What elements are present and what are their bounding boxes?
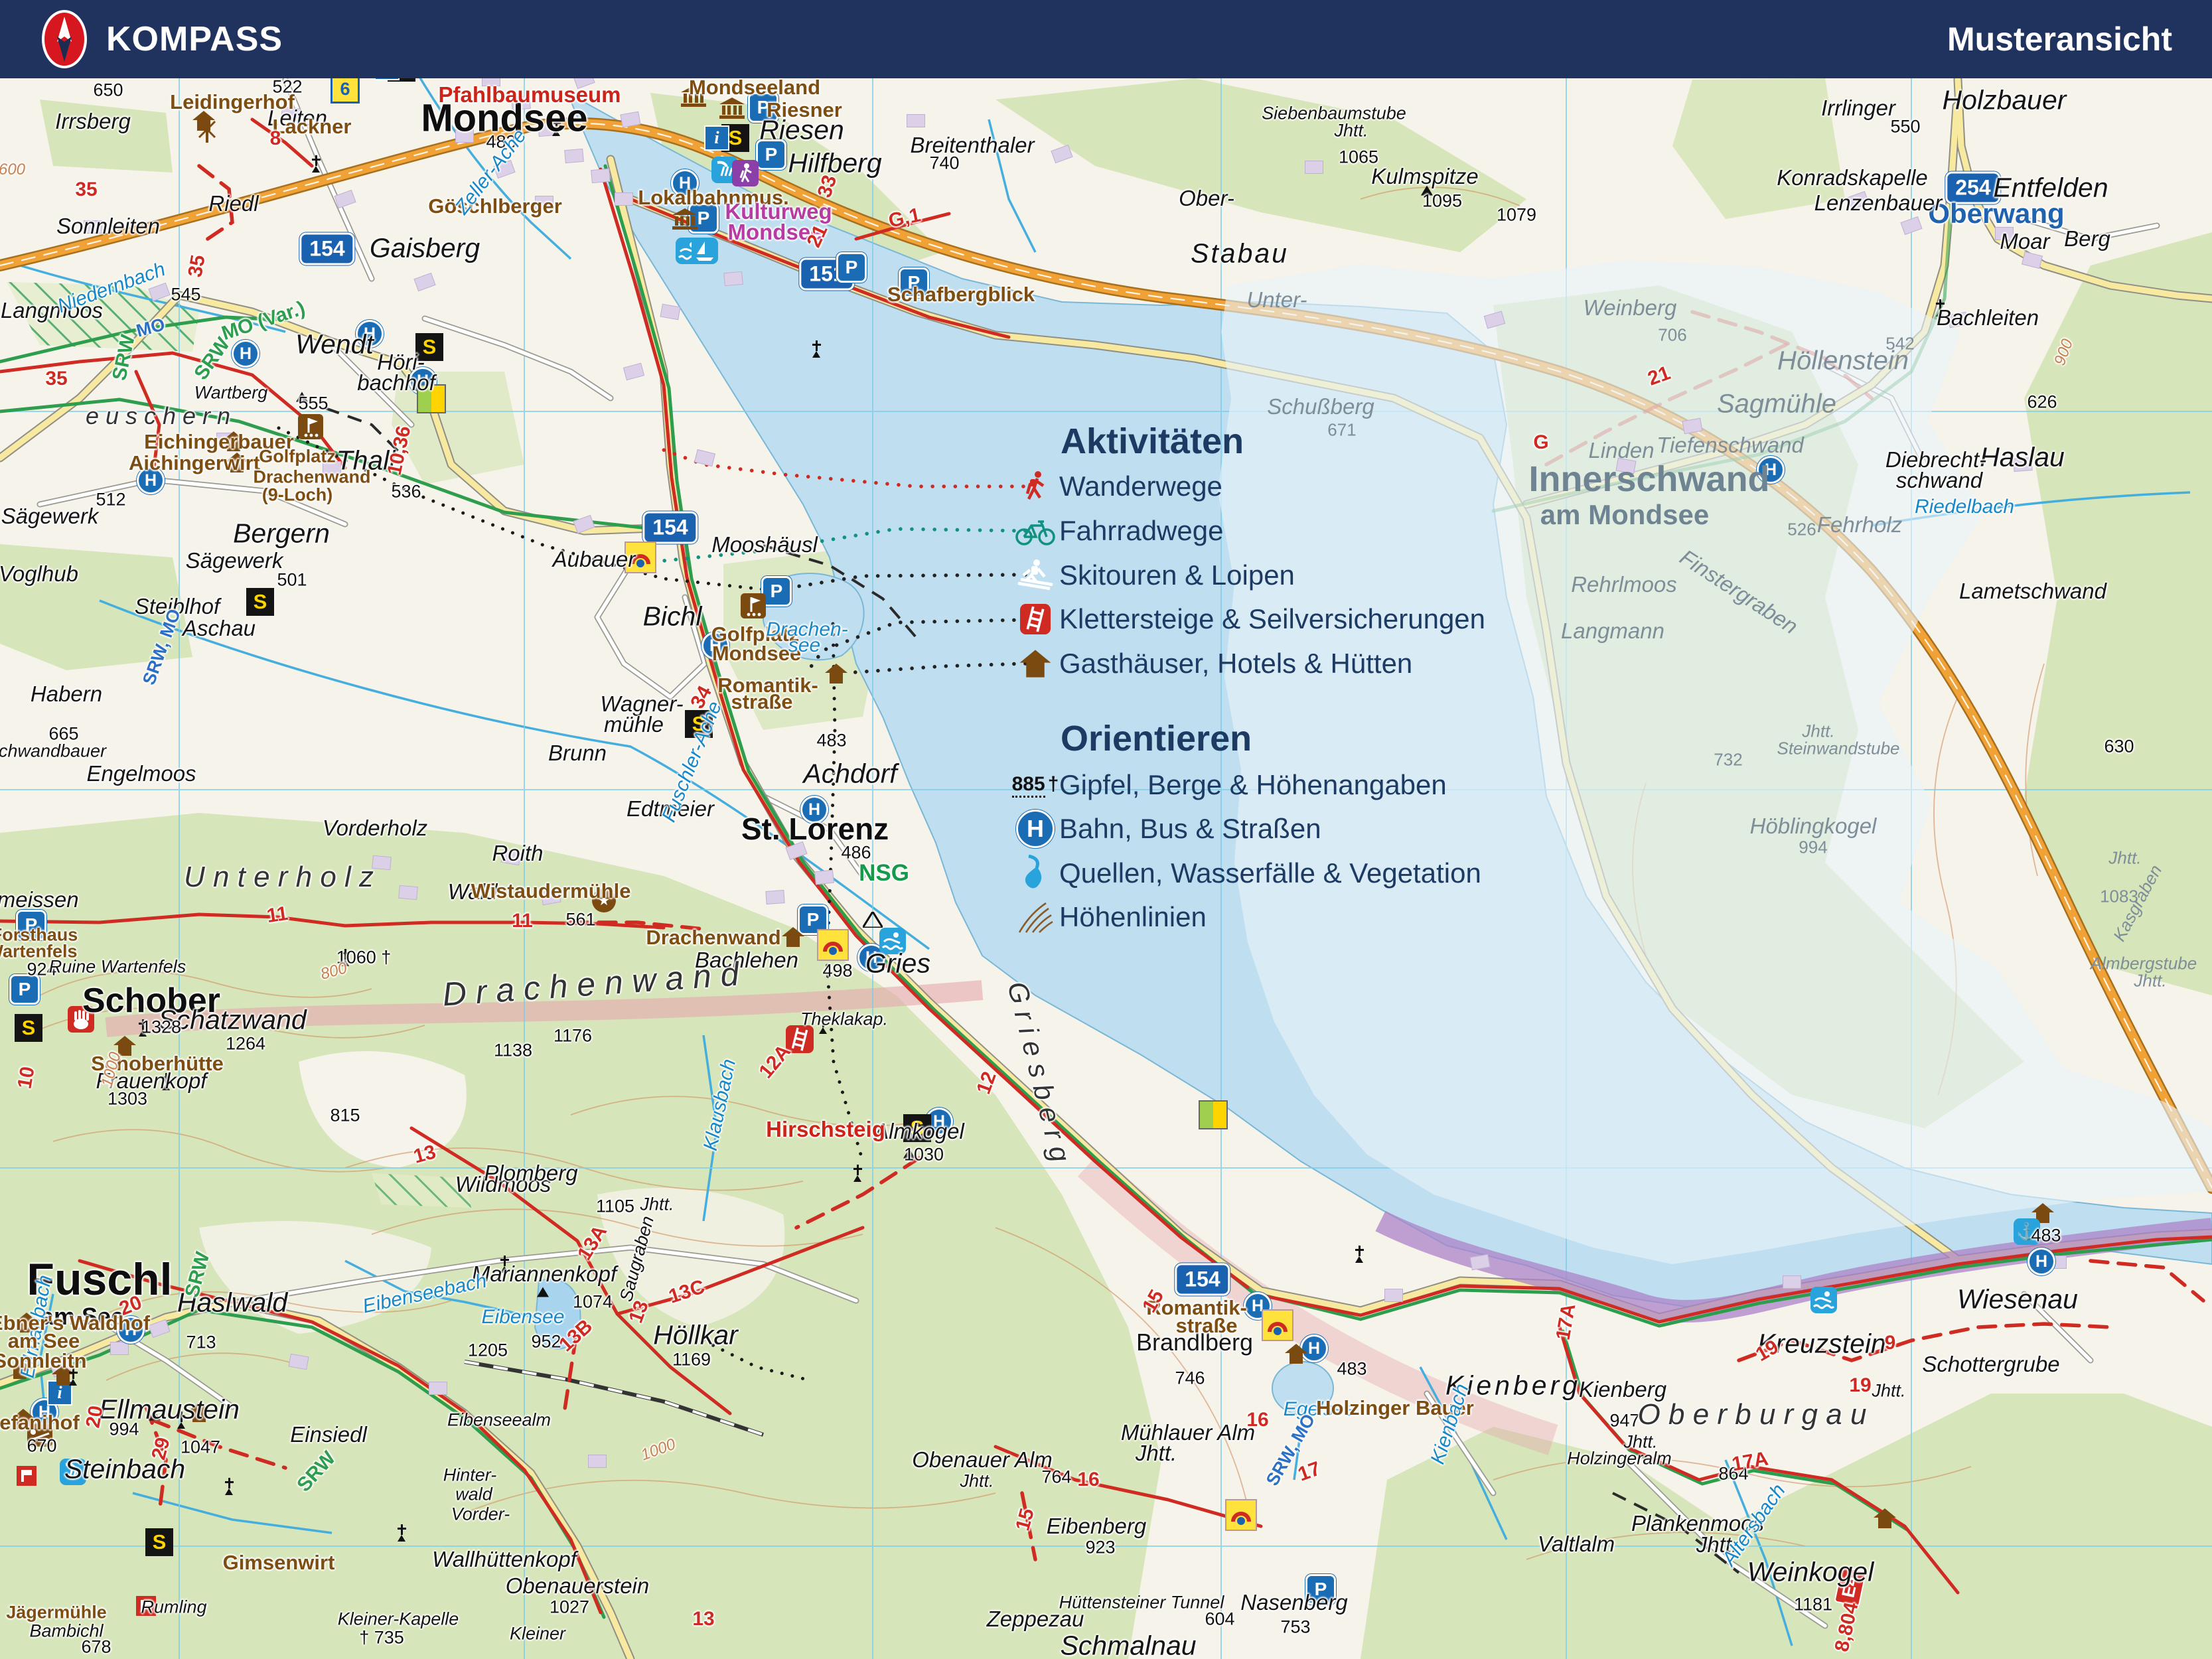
screenshot-root: 151 154 154 154 254 6 E4 P P P P P P P P P P H H H H H H H H H H H H…	[0, 0, 2212, 1659]
lake-egelsee	[1272, 1361, 1334, 1415]
header-bar: KOMPASS Musteransicht	[0, 0, 2212, 78]
map-canvas	[0, 0, 2212, 1659]
page-title: Musteransicht	[1947, 21, 2172, 58]
brand-text: KOMPASS	[106, 20, 283, 58]
kompass-logo-icon	[42, 10, 87, 68]
brand: KOMPASS	[40, 7, 283, 71]
